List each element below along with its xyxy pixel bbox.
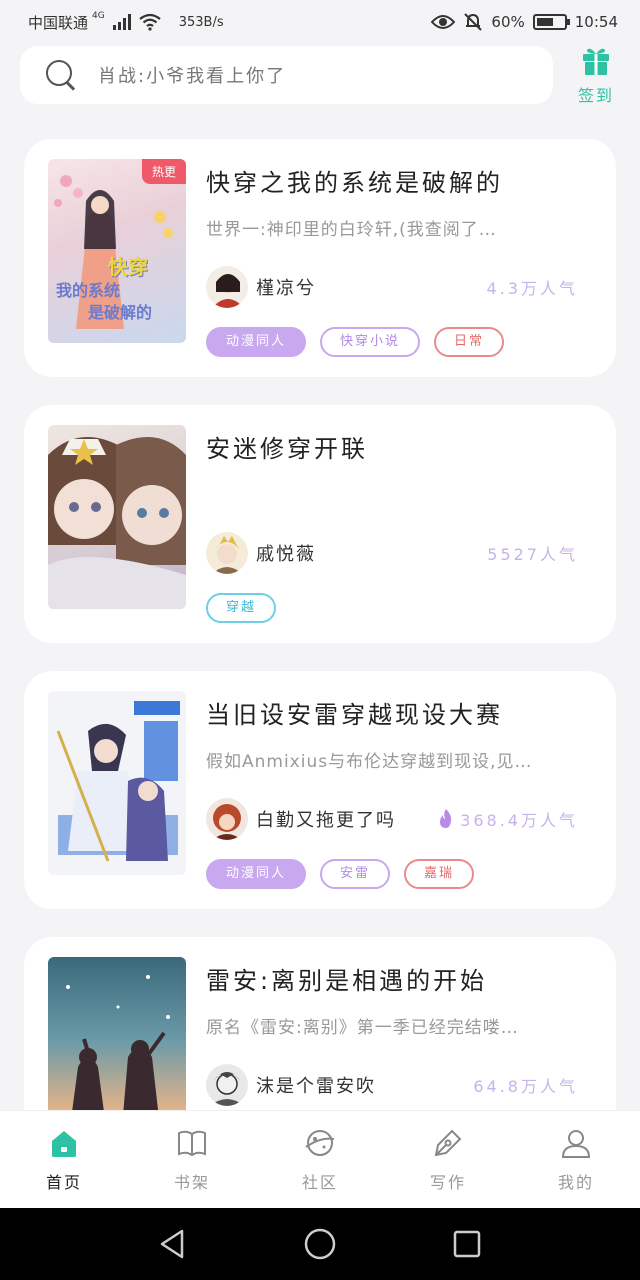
wifi-icon — [139, 13, 161, 31]
nav-home-label: 首页 — [45, 1172, 82, 1192]
cover-illustration — [48, 437, 186, 609]
cover-title-line1: 快穿 — [108, 255, 148, 279]
nav-mine-label: 我的 — [557, 1172, 594, 1192]
cover-title-line2: 我的系统 — [56, 281, 121, 300]
battery-icon — [532, 14, 570, 30]
tag[interactable]: 嘉瑞 — [404, 859, 475, 889]
status-right: 60% 10:54 — [431, 12, 618, 32]
pen-icon — [434, 1129, 462, 1156]
popularity-text: 4.3万人气 — [486, 279, 578, 298]
author-name[interactable]: 戚悦薇 — [256, 540, 316, 566]
author-row: 沫是个雷安吹 64.8万人气 — [206, 1063, 578, 1107]
tag[interactable]: 快穿小说 — [320, 327, 421, 357]
book-description: 假如Anmixius与布伦达穿越到现设,见… — [206, 752, 533, 772]
nav-shelf[interactable]: 书架 — [128, 1111, 256, 1208]
recents-icon[interactable] — [450, 1227, 484, 1261]
system-nav-bar — [0, 1208, 640, 1280]
network-type: 4G — [92, 11, 105, 21]
author-avatar[interactable] — [206, 266, 248, 308]
nav-community[interactable]: 社区 — [256, 1111, 384, 1208]
author-row: 槿凉兮 4.3万人气 — [206, 265, 578, 309]
tag-list: 动漫同人 安雷 嘉瑞 — [206, 859, 475, 889]
book-description: 原名《雷安:离别》第一季已经完结喽… — [206, 1018, 519, 1038]
status-left: 中国联通 4G 353B/s — [28, 11, 224, 33]
carrier-label: 中国联通 — [28, 13, 89, 32]
cover-title-line3: 是破解的 — [88, 303, 153, 322]
tag[interactable]: 动漫同人 — [206, 327, 307, 357]
author-row: 戚悦薇 5527人气 — [206, 531, 578, 575]
fire-icon — [440, 809, 452, 828]
book-icon — [178, 1130, 206, 1156]
cover-illustration — [56, 701, 180, 862]
bottom-nav: 首页 书架 社区 写作 我的 — [0, 1110, 640, 1208]
popularity-count: 64.8万人气 — [473, 1073, 578, 1097]
search-placeholder: 肖战:小爷我看上你了 — [98, 66, 287, 87]
network-speed: 353B/s — [178, 14, 224, 30]
book-title[interactable]: 快穿之我的系统是破解的 — [206, 163, 503, 198]
popularity-text: 64.8万人气 — [473, 1077, 578, 1096]
search-bar[interactable]: 肖战:小爷我看上你了 — [20, 46, 553, 104]
author-row: 白勤又拖更了吗 368.4万人气 — [206, 797, 578, 841]
book-cover[interactable]: 热更 快穿 我的系统 是破解的 — [48, 159, 186, 343]
home-icon — [52, 1130, 76, 1157]
checkin-button[interactable]: 签到 — [574, 44, 618, 108]
nav-mine[interactable]: 我的 — [512, 1111, 640, 1208]
eye-icon — [431, 15, 456, 29]
tag-list: 穿越 — [206, 593, 277, 623]
tag[interactable]: 动漫同人 — [206, 859, 307, 889]
user-icon — [561, 1129, 591, 1158]
popularity-count: 5527人气 — [487, 541, 578, 565]
popularity-text: 368.4万人气 — [460, 811, 578, 830]
status-bar: 中国联通 4G 353B/s 60% 10:54 — [0, 0, 640, 44]
clock: 10:54 — [574, 13, 618, 31]
popularity-count: 4.3万人气 — [487, 275, 578, 299]
checkin-label: 签到 — [577, 86, 614, 105]
author-name[interactable]: 沫是个雷安吹 — [256, 1072, 376, 1098]
tag-list: 动漫同人 快穿小说 日常 — [206, 327, 505, 357]
home-circle-icon[interactable] — [303, 1227, 337, 1261]
book-cover[interactable] — [48, 425, 186, 609]
tag[interactable]: 安雷 — [320, 859, 391, 889]
tag[interactable]: 日常 — [434, 327, 505, 357]
book-title[interactable]: 安迷修穿开联 — [206, 429, 368, 464]
tag[interactable]: 穿越 — [206, 593, 277, 623]
author-avatar[interactable] — [206, 1064, 248, 1106]
bell-muted-icon — [464, 13, 483, 31]
book-title[interactable]: 雷安:离别是相遇的开始 — [206, 961, 487, 996]
gift-icon — [583, 48, 609, 75]
author-avatar[interactable] — [206, 798, 248, 840]
signal-icon — [112, 14, 131, 30]
search-icon — [46, 60, 76, 90]
book-card[interactable]: 热更 快穿 我的系统 是破解的 快穿之我的系统是破解的 世界一:神印里的白玲轩,… — [24, 139, 616, 377]
author-name[interactable]: 槿凉兮 — [256, 274, 316, 300]
book-cover[interactable] — [48, 691, 186, 875]
popularity-text: 5527人气 — [487, 545, 578, 564]
nav-write-label: 写作 — [429, 1172, 466, 1192]
back-icon[interactable] — [156, 1227, 190, 1261]
popularity-count: 368.4万人气 — [438, 807, 578, 831]
nav-shelf-label: 书架 — [173, 1172, 210, 1192]
nav-write[interactable]: 写作 — [384, 1111, 512, 1208]
book-card[interactable]: 安迷修穿开联 戚悦薇 5527人气 穿越 — [24, 405, 616, 643]
nav-community-label: 社区 — [301, 1172, 338, 1192]
author-name[interactable]: 白勤又拖更了吗 — [256, 806, 396, 832]
book-card[interactable]: 当旧设安雷穿越现设大赛 假如Anmixius与布伦达穿越到现设,见… 白勤又拖更… — [24, 671, 616, 909]
nav-home[interactable]: 首页 — [0, 1111, 128, 1208]
hot-update-badge: 热更 — [141, 159, 186, 184]
book-title[interactable]: 当旧设安雷穿越现设大赛 — [206, 695, 503, 730]
battery-percent: 60% — [491, 13, 525, 31]
book-description: 世界一:神印里的白玲轩,(我查阅了… — [206, 220, 497, 240]
planet-icon — [305, 1129, 335, 1156]
author-avatar[interactable] — [206, 532, 248, 574]
